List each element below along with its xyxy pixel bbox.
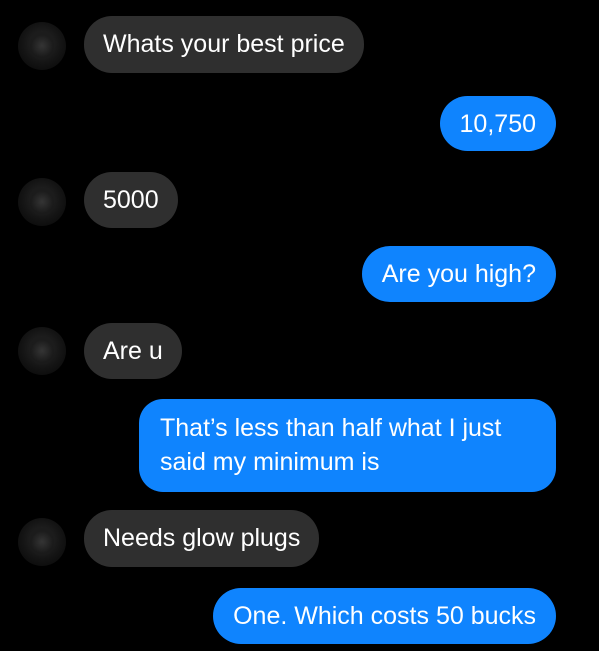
avatar[interactable] — [18, 327, 66, 375]
outgoing-message-bubble[interactable]: 10,750 — [439, 96, 556, 151]
avatar[interactable] — [18, 22, 66, 70]
outgoing-message-bubble[interactable]: That’s less than half what I just said m… — [139, 399, 556, 492]
message-thread: Whats your best price 10,750 5000 Are yo… — [0, 0, 599, 651]
outgoing-message-bubble[interactable]: One. Which costs 50 bucks — [213, 588, 556, 644]
incoming-message-bubble[interactable]: Needs glow plugs — [84, 510, 320, 567]
incoming-message-bubble[interactable]: Whats your best price — [84, 16, 364, 73]
incoming-message-bubble[interactable]: Are u — [84, 323, 182, 379]
avatar[interactable] — [18, 518, 66, 566]
outgoing-message-bubble[interactable]: Are you high? — [361, 246, 556, 302]
avatar[interactable] — [18, 178, 66, 226]
incoming-message-bubble[interactable]: 5000 — [84, 172, 178, 228]
